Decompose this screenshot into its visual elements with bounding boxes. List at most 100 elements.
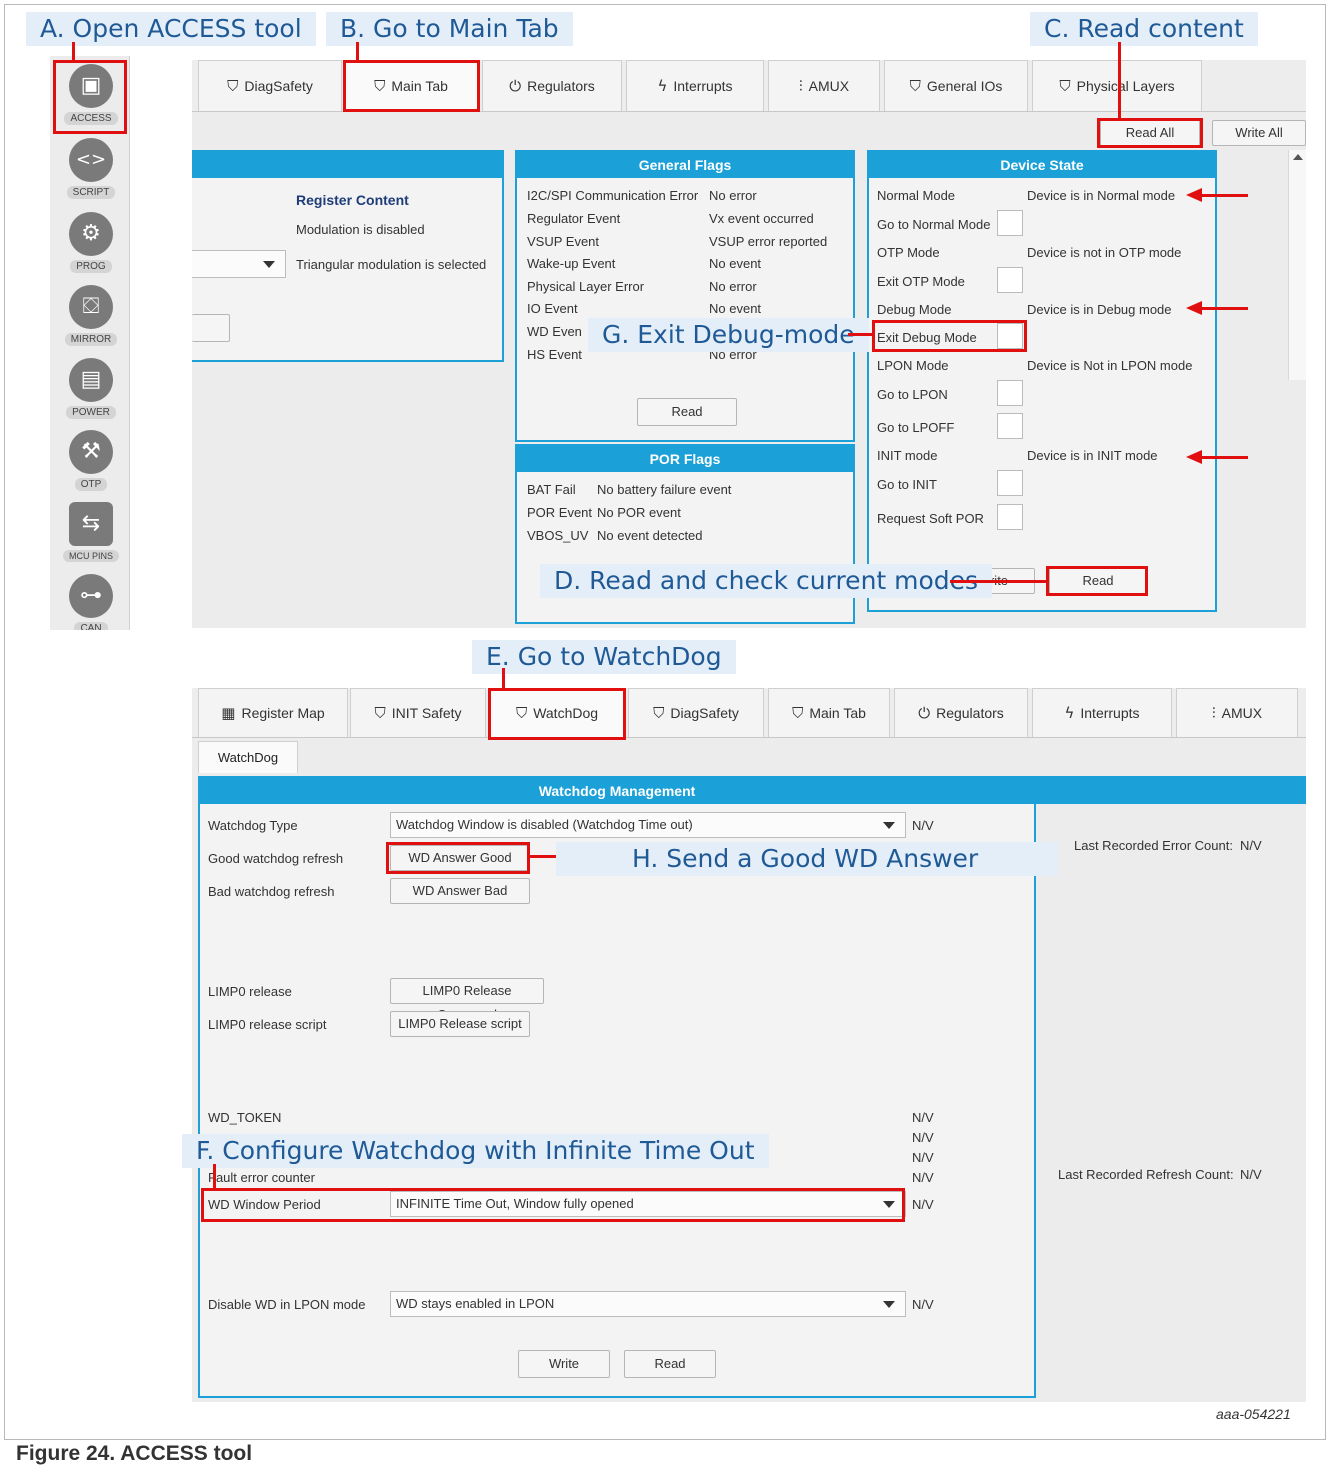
tab-diagsafety[interactable]: ⛉ DiagSafety xyxy=(628,688,764,737)
last-error-count-value: N/V xyxy=(1240,838,1262,853)
lpon-mode-status: Device is Not in LPON mode xyxy=(1027,358,1193,373)
subtab-watchdog[interactable]: WatchDog xyxy=(198,741,298,773)
tab-physical-layers[interactable]: ⛉ Physical Layers xyxy=(1032,60,1202,111)
sidebar-item-power[interactable]: ▤ POWER xyxy=(56,358,126,420)
highlight-exit-debug xyxy=(872,320,1027,352)
por-value: No event detected xyxy=(597,528,703,543)
gear-icon: ⚙ xyxy=(69,212,113,256)
limp-script-label: LIMP0 release script xyxy=(208,1017,327,1032)
go-init-label: Go to INIT xyxy=(877,477,937,492)
limp-release-button[interactable]: LIMP0 Release Command xyxy=(390,978,544,1022)
limp-release-label: LIMP0 release xyxy=(208,984,292,999)
modulation-select[interactable] xyxy=(192,250,286,278)
leader-g xyxy=(848,333,874,336)
tab-diagsafety[interactable]: ⛉ DiagSafety xyxy=(198,60,342,111)
callout-b: B. Go to Main Tab xyxy=(326,12,573,46)
tab-register-map[interactable]: ▦ Register Map xyxy=(198,688,348,737)
go-lpon-checkbox[interactable] xyxy=(997,380,1023,406)
exit-otp-checkbox[interactable] xyxy=(997,267,1023,293)
go-lpoff-checkbox[interactable] xyxy=(997,413,1023,439)
wd-type-select[interactable]: Watchdog Window is disabled (Watchdog Ti… xyxy=(390,812,906,838)
tab-amux[interactable]: ⫶ AMUX xyxy=(1176,688,1298,737)
shield-icon: ⛉ xyxy=(227,77,239,95)
callout-h: H. Send a Good WD Answer xyxy=(556,842,1059,876)
write-all-button[interactable]: Write All xyxy=(1212,120,1306,146)
tab-amux[interactable]: ⫶ AMUX xyxy=(768,60,880,111)
go-lpoff-label: Go to LPOFF xyxy=(877,420,955,435)
device-state-panel: Device State Normal Mode Device is in No… xyxy=(867,150,1217,612)
register-content-panel: Register Content Modulation is disabled … xyxy=(192,150,504,362)
watchdog-write-button[interactable]: Write xyxy=(518,1350,610,1378)
battery-icon: ▤ xyxy=(69,358,113,402)
wd-type-na: N/V xyxy=(912,818,934,833)
watchdog-management-title: Watchdog Management xyxy=(200,778,1034,804)
tab-label: AMUX xyxy=(1221,705,1263,721)
good-refresh-label: Good watchdog refresh xyxy=(208,851,344,866)
tab-regulators[interactable]: ⏻ Regulators xyxy=(894,688,1028,737)
tab-label: Main Tab xyxy=(809,705,866,721)
wd-type-value: Watchdog Window is disabled (Watchdog Ti… xyxy=(396,817,693,832)
pins-icon: ⇆ xyxy=(69,502,113,546)
watchdog-read-button[interactable]: Read xyxy=(624,1350,716,1378)
triangular-status: Triangular modulation is selected xyxy=(296,257,487,272)
power-icon: ⏻ xyxy=(509,77,522,95)
arrow-left-icon xyxy=(1186,301,1202,315)
por-name: VBOS_UV xyxy=(527,528,589,543)
sidebar-item-mirror[interactable]: ⛋ MIRROR xyxy=(56,285,126,347)
soft-por-checkbox[interactable] xyxy=(997,504,1023,530)
leader-e xyxy=(502,668,505,690)
register-map-icon: ▦ xyxy=(221,704,236,722)
leader-c xyxy=(1118,42,1121,120)
network-icon: ⊶ xyxy=(69,574,113,618)
sidebar-item-can[interactable]: ⊶ CAN xyxy=(56,574,126,630)
limp-script-button[interactable]: LIMP0 Release script xyxy=(390,1011,530,1037)
chevron-down-icon xyxy=(883,1301,895,1308)
sidebar-label: PROG xyxy=(70,260,112,273)
highlight-access xyxy=(53,60,127,134)
wd-type-label: Watchdog Type xyxy=(208,818,298,833)
flag-name: I2C/SPI Communication Error xyxy=(527,188,699,203)
callout-f: F. Configure Watchdog with Infinite Time… xyxy=(182,1134,769,1168)
hammer-icon: ⚒ xyxy=(69,430,113,474)
highlight-answer-good xyxy=(386,842,530,874)
arrow-debug-mode xyxy=(1200,307,1248,310)
shield-icon: ⛉ xyxy=(653,704,665,722)
tab-label: DiagSafety xyxy=(670,705,739,721)
flag-name: Wake-up Event xyxy=(527,256,616,271)
flag-name: WD Even xyxy=(527,324,582,339)
last-error-count-label: Last Recorded Error Count: xyxy=(1074,838,1233,853)
otp-mode-label: OTP Mode xyxy=(877,245,940,260)
tab-label: INIT Safety xyxy=(391,705,462,721)
scrollbar[interactable] xyxy=(1288,150,1306,380)
tab-general-ios[interactable]: ⛉ General IOs xyxy=(884,60,1028,111)
lpon-disable-select[interactable]: WD stays enabled in LPON xyxy=(390,1291,906,1317)
por-name: BAT Fail xyxy=(527,482,576,497)
go-init-checkbox[interactable] xyxy=(997,470,1023,496)
na-value: N/V xyxy=(912,1130,934,1145)
exit-otp-label: Exit OTP Mode xyxy=(877,274,965,289)
go-normal-checkbox[interactable] xyxy=(997,210,1023,236)
callout-c: C. Read content xyxy=(1030,12,1258,46)
debug-mode-label: Debug Mode xyxy=(877,302,952,317)
chevron-down-icon xyxy=(883,822,895,829)
tab-label: Physical Layers xyxy=(1076,78,1175,94)
leader-d xyxy=(950,580,1048,583)
tab-label: Register Map xyxy=(241,705,325,721)
sidebar-item-prog[interactable]: ⚙ PROG xyxy=(56,212,126,274)
wd-window-na: N/V xyxy=(912,1197,934,1212)
register-button[interactable] xyxy=(192,314,230,342)
tab-init-safety[interactable]: ⛉ INIT Safety xyxy=(350,688,486,737)
sidebar-item-script[interactable]: <> SCRIPT xyxy=(56,138,126,200)
callout-g: G. Exit Debug-mode xyxy=(588,318,869,352)
general-flags-title: General Flags xyxy=(517,152,853,178)
tab-regulators[interactable]: ⏻ Regulators xyxy=(482,60,622,111)
tab-main[interactable]: ⛉ Main Tab xyxy=(768,688,890,737)
wd-answer-bad-button[interactable]: WD Answer Bad xyxy=(390,878,530,904)
signal-icon: ⫶ xyxy=(1211,704,1216,722)
tab-interrupts[interactable]: ϟ Interrupts xyxy=(626,60,764,111)
lpon-disable-label: Disable WD in LPON mode xyxy=(208,1297,366,1312)
tab-interrupts[interactable]: ϟ Interrupts xyxy=(1032,688,1172,737)
sidebar-item-mcu-pins[interactable]: ⇆ MCU PINS xyxy=(56,502,126,564)
sidebar-item-otp[interactable]: ⚒ OTP xyxy=(56,430,126,492)
general-flags-read-button[interactable]: Read xyxy=(637,398,737,426)
